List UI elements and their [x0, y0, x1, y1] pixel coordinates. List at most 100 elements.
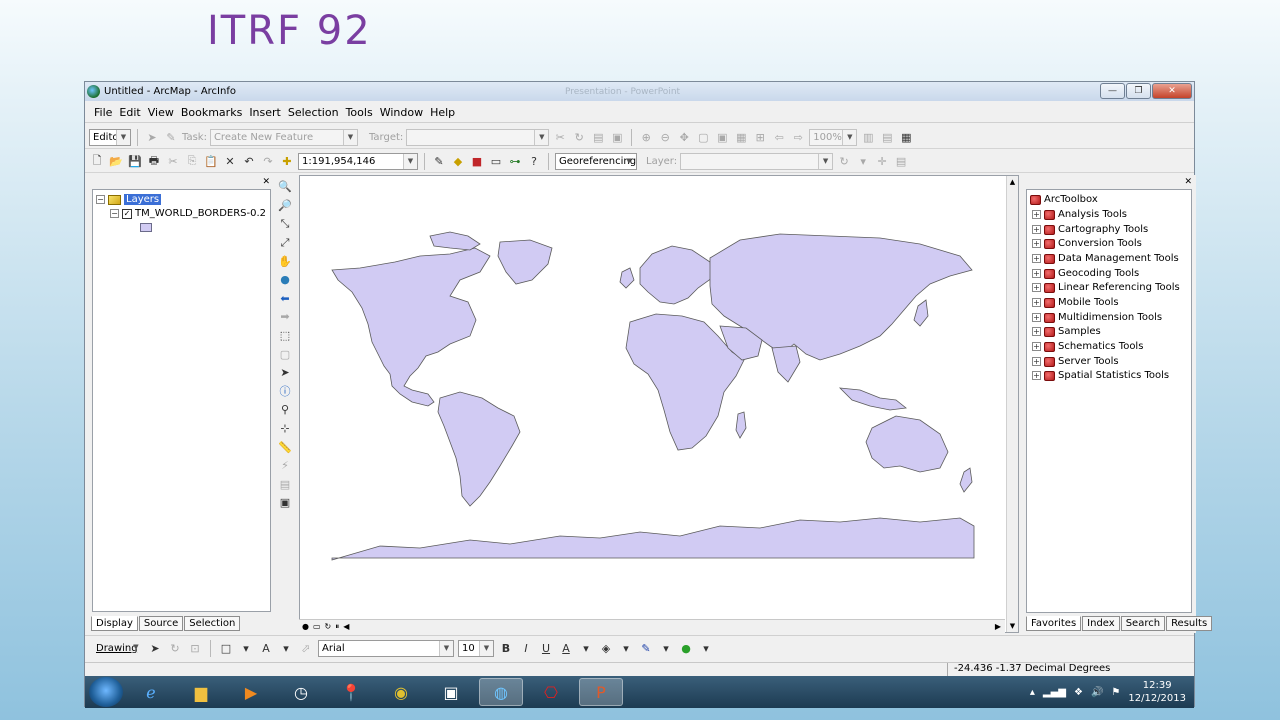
zoom-whole-page-icon[interactable]: ▢	[695, 129, 711, 145]
full-extent-layout-icon[interactable]: ⊞	[752, 129, 768, 145]
table-of-contents-icon[interactable]: ◆	[450, 153, 466, 169]
previous-extent-layout-icon[interactable]: ⇦	[771, 129, 787, 145]
paste-icon[interactable]: 📋	[203, 153, 219, 169]
toc-root-row[interactable]: − Layers	[96, 194, 162, 205]
refresh-icon[interactable]: ↻	[325, 622, 332, 631]
chevron-down-icon[interactable]: ▾	[578, 640, 594, 656]
chevron-down-icon[interactable]: ▾	[855, 153, 871, 169]
scroll-down-icon[interactable]: ▼	[1007, 620, 1018, 632]
toolbox-item[interactable]: + Server Tools	[1032, 356, 1119, 367]
task-select[interactable]: Create New Feature ▼	[209, 128, 358, 146]
menu-bookmarks[interactable]: Bookmarks	[181, 106, 242, 119]
tab-selection[interactable]: Selection	[184, 616, 241, 631]
font-select[interactable]: Arial ▼	[318, 639, 454, 657]
font-size-select[interactable]: 10 ▼	[458, 639, 494, 657]
command-line-icon[interactable]: ▭	[488, 153, 504, 169]
arctoolbox-root[interactable]: ArcToolbox	[1030, 194, 1098, 205]
arctoolbox-icon[interactable]: ■	[469, 153, 485, 169]
text-tool-icon[interactable]: A	[258, 640, 274, 656]
editor-toolbar-icon[interactable]: ✎	[431, 153, 447, 169]
close-icon[interactable]: ✕	[1184, 177, 1192, 187]
attributes-icon[interactable]: ▤	[590, 129, 606, 145]
hyperlink-icon[interactable]: ⚡	[277, 458, 293, 474]
menu-view[interactable]: View	[148, 106, 174, 119]
full-extent-globe-icon[interactable]: ●	[277, 272, 293, 288]
layers-root-label[interactable]: Layers	[124, 194, 162, 205]
layer-symbol-swatch[interactable]	[140, 223, 152, 232]
tab-results[interactable]: Results	[1166, 616, 1213, 631]
map-view[interactable]: ▲ ▼	[299, 175, 1019, 633]
rotate-icon[interactable]: ↻	[167, 640, 183, 656]
menu-edit[interactable]: Edit	[119, 106, 140, 119]
italic-button[interactable]: I	[518, 640, 534, 656]
select-elements-icon[interactable]: ➤	[147, 640, 163, 656]
toolbox-item[interactable]: + Cartography Tools	[1032, 224, 1148, 235]
editor-menu-button[interactable]: Editor ▼	[89, 128, 131, 146]
sketch-properties-icon[interactable]: ▣	[609, 129, 625, 145]
line-color-icon[interactable]: ✎	[638, 640, 654, 656]
fill-color-icon[interactable]: ◈	[598, 640, 614, 656]
fixed-zoom-in-icon[interactable]: ⤡	[277, 216, 293, 232]
georeferencing-menu-button[interactable]: Georeferencing ▼	[555, 152, 637, 170]
toolbox-label[interactable]: Analysis Tools	[1058, 209, 1127, 220]
pan-layout-icon[interactable]: ✥	[676, 129, 692, 145]
select-elements-icon[interactable]: ➤	[277, 365, 293, 381]
focus-data-frame-icon[interactable]: ▤	[879, 129, 895, 145]
drawing-menu-button[interactable]: Drawing ▼	[93, 640, 143, 657]
georef-layer-select[interactable]: ▼	[680, 152, 834, 170]
print-icon[interactable]: 🖶	[146, 153, 162, 169]
zoom-out-fixed-icon[interactable]: ⊖	[657, 129, 673, 145]
expand-icon[interactable]: +	[1032, 298, 1041, 307]
redo-icon[interactable]: ↷	[260, 153, 276, 169]
chevron-down-icon[interactable]: ▾	[238, 640, 254, 656]
arctoolbox-root-label[interactable]: ArcToolbox	[1044, 194, 1098, 205]
select-features-icon[interactable]: ⬚	[277, 328, 293, 344]
open-folder-icon[interactable]: 📂	[108, 153, 124, 169]
dropbox-icon[interactable]: ❖	[1074, 687, 1083, 698]
chevron-down-icon[interactable]: ▾	[658, 640, 674, 656]
menu-window[interactable]: Window	[380, 106, 423, 119]
expand-icon[interactable]: +	[1032, 239, 1041, 248]
change-layout-icon[interactable]: ▦	[898, 129, 914, 145]
taskbar-clock[interactable]: 12:39 12/12/2013	[1128, 679, 1186, 705]
toolbox-label[interactable]: Geocoding Tools	[1058, 268, 1139, 279]
fixed-zoom-out-icon[interactable]: ⤢	[277, 235, 293, 251]
new-document-icon[interactable]: 🗋	[89, 153, 105, 169]
pause-drawing-icon[interactable]: ⏸	[335, 622, 339, 632]
menu-help[interactable]: Help	[430, 106, 455, 119]
remote-desktop-icon[interactable]: ▣	[429, 678, 473, 706]
toolbox-label[interactable]: Mobile Tools	[1058, 297, 1119, 308]
toolbox-label[interactable]: Server Tools	[1058, 356, 1119, 367]
menu-file[interactable]: File	[94, 106, 112, 119]
toolbox-label[interactable]: Schematics Tools	[1058, 341, 1143, 352]
chevron-down-icon[interactable]: ▾	[698, 640, 714, 656]
expand-icon[interactable]: +	[1032, 225, 1041, 234]
toolbox-label[interactable]: Cartography Tools	[1058, 224, 1148, 235]
split-tool-icon[interactable]: ✂	[552, 129, 568, 145]
tab-display[interactable]: Display	[91, 616, 138, 631]
collapse-icon[interactable]: −	[96, 195, 105, 204]
view-link-table-icon[interactable]: ▤	[893, 153, 909, 169]
close-button[interactable]: ✕	[1152, 83, 1192, 99]
expand-icon[interactable]: +	[1032, 283, 1041, 292]
sketch-tool-icon[interactable]: ✎	[163, 129, 179, 145]
edit-tool-icon[interactable]: ➤	[144, 129, 160, 145]
chevron-down-icon[interactable]: ▾	[278, 640, 294, 656]
copy-icon[interactable]: ⎘	[184, 153, 200, 169]
chrome-icon[interactable]: ◉	[379, 678, 423, 706]
media-player-icon[interactable]: ▶	[229, 678, 273, 706]
save-icon[interactable]: 💾	[127, 153, 143, 169]
menu-selection[interactable]: Selection	[288, 106, 339, 119]
arcmap-taskbar-icon[interactable]: ◍	[479, 678, 523, 706]
zoom-100-icon[interactable]: ▣	[714, 129, 730, 145]
toolbox-item[interactable]: + Geocoding Tools	[1032, 268, 1139, 279]
menu-tools[interactable]: Tools	[346, 106, 373, 119]
rotate-georef-icon[interactable]: ↻	[836, 153, 852, 169]
map-scale-select[interactable]: 1:191,954,146 ▼	[298, 152, 418, 170]
rotate-tool-icon[interactable]: ↻	[571, 129, 587, 145]
toolbox-item[interactable]: + Samples	[1032, 326, 1101, 337]
start-button[interactable]	[89, 677, 123, 707]
add-control-points-icon[interactable]: ✛	[874, 153, 890, 169]
menu-insert[interactable]: Insert	[249, 106, 281, 119]
html-popup-icon[interactable]: ▤	[277, 477, 293, 493]
